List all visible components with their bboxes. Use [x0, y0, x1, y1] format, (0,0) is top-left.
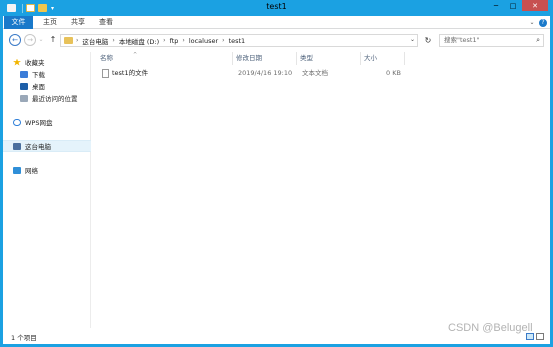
address-bar[interactable]: › 这台电脑 › 本地磁盘 (D:) › ftp › localuser › t… — [60, 34, 418, 47]
sidebar-item-label: 桌面 — [32, 83, 45, 91]
help-icon[interactable]: ? — [539, 19, 547, 27]
forward-button[interactable]: → — [24, 34, 36, 46]
file-row[interactable]: test1的文件 2019/4/16 19:10 文本文档 0 KB — [99, 67, 409, 79]
column-header-type[interactable]: 类型 — [297, 52, 361, 65]
column-header-name[interactable]: 名称 — [97, 52, 233, 65]
watermark: CSDN @Belugell — [448, 322, 533, 334]
tab-file[interactable]: 文件 — [4, 16, 33, 29]
ribbon-tabs: 文件 主页 共享 查看 ⌄ ? — [3, 16, 550, 29]
network-icon — [13, 166, 21, 174]
view-switcher — [524, 333, 544, 340]
details-view-icon[interactable] — [526, 333, 534, 340]
recent-places-icon — [20, 94, 28, 102]
column-header-size[interactable]: 大小 — [361, 52, 405, 65]
file-name: test1的文件 — [112, 69, 149, 77]
up-button[interactable]: ↑ — [47, 34, 59, 46]
cloud-icon — [13, 118, 21, 126]
window-controls: ─ □ ✕ — [487, 0, 548, 11]
chevron-right-icon[interactable]: › — [112, 37, 114, 44]
chevron-down-icon[interactable]: ⌄ — [410, 36, 415, 43]
text-file-icon — [102, 69, 109, 78]
maximize-button[interactable]: □ — [505, 0, 521, 11]
breadcrumb-this-pc[interactable]: 这台电脑 — [82, 36, 108, 46]
file-type: 文本文档 — [302, 69, 328, 77]
sidebar-item-recent[interactable]: 最近访问的位置 — [3, 92, 91, 104]
expand-ribbon-icon[interactable]: ⌄ — [528, 19, 536, 26]
close-button[interactable]: ✕ — [522, 0, 548, 11]
chevron-right-icon[interactable]: › — [163, 37, 165, 44]
sidebar-item-label: 这台电脑 — [25, 143, 51, 151]
sort-indicator-icon: ^ — [133, 52, 138, 58]
breadcrumb-local-disk[interactable]: 本地磁盘 (D:) — [119, 36, 159, 46]
star-icon — [13, 58, 21, 66]
navigation-pane: 收藏夹 下载 桌面 最近访问的位置 WPS网盘 这台电脑 网络 — [3, 52, 91, 329]
folder-icon — [64, 37, 73, 44]
window-client: ▾ test1 ─ □ ✕ 文件 主页 共享 查看 ⌄ ? ← → ⌄ ↑ › … — [3, 0, 550, 344]
sidebar-item-label: 最近访问的位置 — [32, 95, 78, 103]
file-modified: 2019/4/16 19:10 — [238, 69, 293, 77]
sidebar-item-desktop[interactable]: 桌面 — [3, 80, 91, 92]
back-button[interactable]: ← — [9, 34, 21, 46]
sidebar-item-favorites[interactable]: 收藏夹 — [3, 56, 91, 68]
file-size: 0 KB — [386, 69, 401, 77]
sidebar-item-wps-cloud[interactable]: WPS网盘 — [3, 116, 91, 128]
chevron-right-icon[interactable]: › — [76, 37, 78, 44]
tab-view[interactable]: 查看 — [97, 16, 115, 29]
sidebar-item-label: 下载 — [32, 71, 45, 79]
sidebar-item-this-pc[interactable]: 这台电脑 — [3, 140, 91, 152]
tab-share[interactable]: 共享 — [69, 16, 87, 29]
sidebar-item-label: WPS网盘 — [25, 119, 53, 127]
recent-locations-button[interactable]: ⌄ — [37, 34, 45, 46]
refresh-button[interactable]: ↻ — [422, 34, 434, 47]
computer-icon — [13, 142, 21, 150]
search-input[interactable]: 搜索"test1" ⌕ — [439, 34, 544, 47]
sidebar-item-label: 网络 — [25, 167, 38, 175]
desktop-icon — [20, 82, 28, 90]
item-count: 1 个项目 — [11, 334, 37, 342]
title-bar: ▾ test1 ─ □ ✕ — [3, 0, 550, 16]
breadcrumb-localuser[interactable]: localuser — [189, 37, 218, 45]
window-title: test1 — [266, 2, 287, 11]
navigation-bar: ← → ⌄ ↑ › 这台电脑 › 本地磁盘 (D:) › ftp › local… — [3, 30, 550, 50]
minimize-button[interactable]: ─ — [488, 0, 504, 11]
ribbon-right-controls: ⌄ ? — [525, 19, 547, 27]
search-icon[interactable]: ⌕ — [536, 35, 540, 46]
breadcrumb-ftp[interactable]: ftp — [170, 37, 179, 45]
chevron-right-icon[interactable]: › — [182, 37, 184, 44]
download-icon — [20, 70, 28, 78]
explorer-window: ▾ test1 ─ □ ✕ 文件 主页 共享 查看 ⌄ ? ← → ⌄ ↑ › … — [0, 0, 553, 347]
column-header-modified[interactable]: 修改日期 — [233, 52, 297, 65]
search-placeholder: 搜索"test1" — [444, 36, 480, 44]
large-icons-view-icon[interactable] — [536, 333, 544, 340]
chevron-right-icon[interactable]: › — [222, 37, 224, 44]
sidebar-item-downloads[interactable]: 下载 — [3, 68, 91, 80]
sidebar-item-label: 收藏夹 — [25, 59, 45, 67]
sidebar-item-network[interactable]: 网络 — [3, 164, 91, 176]
breadcrumb-test1[interactable]: test1 — [229, 37, 246, 45]
tab-home[interactable]: 主页 — [41, 16, 59, 29]
